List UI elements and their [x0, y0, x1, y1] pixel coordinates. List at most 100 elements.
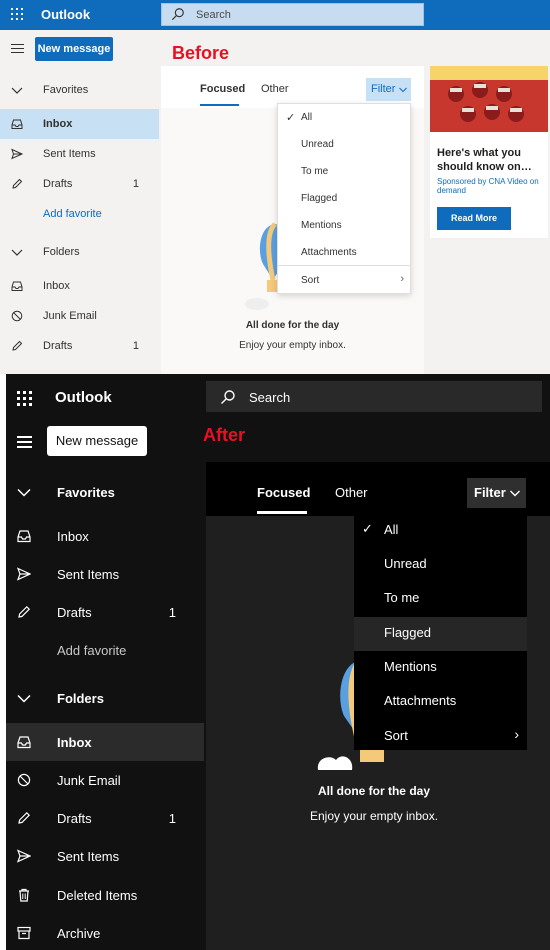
- menu-item-label: Unread: [384, 556, 427, 571]
- menu-item-label: Mentions: [301, 220, 342, 231]
- sidebar-item-inbox[interactable]: Inbox: [0, 271, 159, 301]
- search-box[interactable]: Search: [161, 3, 424, 26]
- menu-item-label: To me: [301, 166, 329, 177]
- filter-option-flagged[interactable]: Flagged: [354, 617, 527, 651]
- hamburger-menu-icon[interactable]: [11, 44, 24, 53]
- sidebar-item-label: Drafts: [43, 178, 73, 190]
- archive-icon: [17, 926, 31, 940]
- inbox-icon: [17, 530, 31, 543]
- new-message-button[interactable]: New message: [35, 37, 113, 61]
- filter-option-mentions[interactable]: Mentions: [354, 651, 527, 685]
- sidebar-item-archive[interactable]: Archive: [6, 914, 204, 950]
- ad-title: Here's what you should know on…: [437, 147, 532, 173]
- filter-button[interactable]: Filter: [467, 478, 526, 508]
- tab-other[interactable]: Other: [261, 83, 289, 95]
- favorites-header-label: Favorites: [43, 84, 89, 96]
- read-more-button[interactable]: Read More: [437, 207, 511, 230]
- pencil-icon: [12, 178, 23, 189]
- sidebar-item-drafts[interactable]: Drafts 1: [6, 593, 204, 631]
- chevron-down-icon: [510, 490, 520, 497]
- pencil-icon: [18, 605, 31, 618]
- send-icon: [17, 567, 31, 581]
- chevron-down-icon: [399, 87, 407, 93]
- filter-option-all[interactable]: ✓ All: [278, 104, 410, 131]
- tab-focused[interactable]: Focused: [200, 83, 245, 95]
- add-favorite-link[interactable]: Add favorite: [0, 199, 159, 229]
- add-favorite-label: Add favorite: [57, 643, 127, 658]
- folders-header[interactable]: Folders: [6, 679, 204, 717]
- block-icon: [17, 773, 31, 787]
- tab-other[interactable]: Other: [335, 485, 368, 500]
- add-favorite-link[interactable]: Add favorite: [6, 631, 204, 669]
- sort-menu-item[interactable]: Sort ›: [278, 267, 410, 294]
- active-tab-indicator: [257, 511, 307, 514]
- favorites-header[interactable]: Favorites: [0, 75, 159, 105]
- ad-image: [430, 66, 548, 132]
- sidebar-item-drafts[interactable]: Drafts 1: [0, 331, 159, 361]
- filter-dropdown-menu: ✓ All Unread To me Flagged Mentions Attac…: [277, 103, 411, 294]
- ad-sponsor: Sponsored by CNA Video on demand: [437, 177, 539, 195]
- send-icon: [11, 148, 23, 160]
- sidebar-item-label: Junk Email: [57, 773, 121, 788]
- folders-header-label: Folders: [57, 691, 104, 706]
- chevron-right-icon: ›: [514, 726, 519, 742]
- sort-menu-item[interactable]: Sort ›: [354, 720, 527, 754]
- sidebar-item-junk-email[interactable]: Junk Email: [0, 301, 159, 331]
- menu-item-label: Mentions: [384, 659, 437, 674]
- filter-option-to-me[interactable]: To me: [354, 582, 527, 616]
- sidebar-item-deleted-items[interactable]: Deleted Items: [6, 876, 204, 914]
- sidebar-item-sent-items[interactable]: Sent Items: [6, 555, 204, 593]
- filter-option-flagged[interactable]: Flagged: [278, 185, 410, 212]
- checkmark-icon: ✓: [286, 112, 296, 124]
- trash-icon: [19, 888, 29, 902]
- advertisement-card[interactable]: Here's what you should know on… Sponsore…: [430, 66, 548, 238]
- filter-button[interactable]: Filter: [366, 78, 411, 101]
- filter-option-attachments[interactable]: Attachments: [278, 239, 410, 266]
- inbox-icon: [17, 736, 31, 749]
- hamburger-menu-icon[interactable]: [17, 436, 32, 448]
- pencil-icon: [12, 340, 23, 351]
- sidebar-item-sent-items[interactable]: Sent Items: [6, 837, 204, 875]
- app-launcher-icon[interactable]: [11, 8, 25, 22]
- filter-option-unread[interactable]: Unread: [354, 548, 527, 582]
- new-message-button[interactable]: New message: [47, 426, 147, 456]
- sidebar-item-sent-items[interactable]: Sent Items: [0, 139, 159, 169]
- sidebar-item-junk-email[interactable]: Junk Email: [6, 761, 204, 799]
- filter-dropdown-menu: ✓ All Unread To me Flagged Mentions Attac…: [354, 514, 527, 750]
- after-label: After: [203, 425, 246, 445]
- sidebar-item-label: Deleted Items: [57, 888, 138, 903]
- checkmark-icon: ✓: [362, 521, 373, 536]
- folders-header-label: Folders: [43, 246, 80, 258]
- menu-item-label: Sort: [384, 728, 408, 743]
- before-label: Before: [172, 43, 230, 63]
- filter-option-to-me[interactable]: To me: [278, 158, 410, 185]
- sidebar-item-drafts[interactable]: Drafts 1: [0, 169, 159, 199]
- after-screenshot: Outlook Search New message After Favorit…: [6, 374, 550, 950]
- filter-option-mentions[interactable]: Mentions: [278, 212, 410, 239]
- search-placeholder: Search: [196, 9, 231, 21]
- menu-item-label: All: [301, 112, 313, 123]
- filter-option-unread[interactable]: Unread: [278, 131, 410, 158]
- empty-state-title: All done for the day: [317, 784, 430, 798]
- filter-option-attachments[interactable]: Attachments: [354, 685, 527, 719]
- sidebar-item-inbox[interactable]: Inbox: [0, 109, 159, 139]
- search-box[interactable]: Search: [206, 381, 542, 412]
- sidebar-item-inbox[interactable]: Inbox: [6, 723, 204, 761]
- unread-count: 1: [168, 605, 176, 620]
- favorites-header[interactable]: Favorites: [6, 473, 204, 511]
- sidebar-item-label: Inbox: [43, 118, 73, 130]
- sidebar-item-inbox[interactable]: Inbox: [6, 517, 204, 555]
- menu-item-label: All: [384, 522, 399, 537]
- sidebar-item-drafts[interactable]: Drafts 1: [6, 799, 204, 837]
- sidebar-item-label: Inbox: [43, 280, 70, 292]
- chevron-down-icon: [17, 694, 31, 703]
- sidebar-item-label: Inbox: [57, 529, 89, 544]
- app-launcher-icon[interactable]: [17, 391, 33, 407]
- filter-option-all[interactable]: ✓ All: [354, 514, 527, 548]
- sidebar-item-label: Sent Items: [57, 567, 120, 582]
- unread-count: 1: [168, 811, 176, 826]
- sidebar-item-label: Sent Items: [57, 849, 120, 864]
- tab-focused[interactable]: Focused: [257, 485, 310, 500]
- folders-header[interactable]: Folders: [0, 237, 159, 267]
- add-favorite-label: Add favorite: [43, 208, 102, 220]
